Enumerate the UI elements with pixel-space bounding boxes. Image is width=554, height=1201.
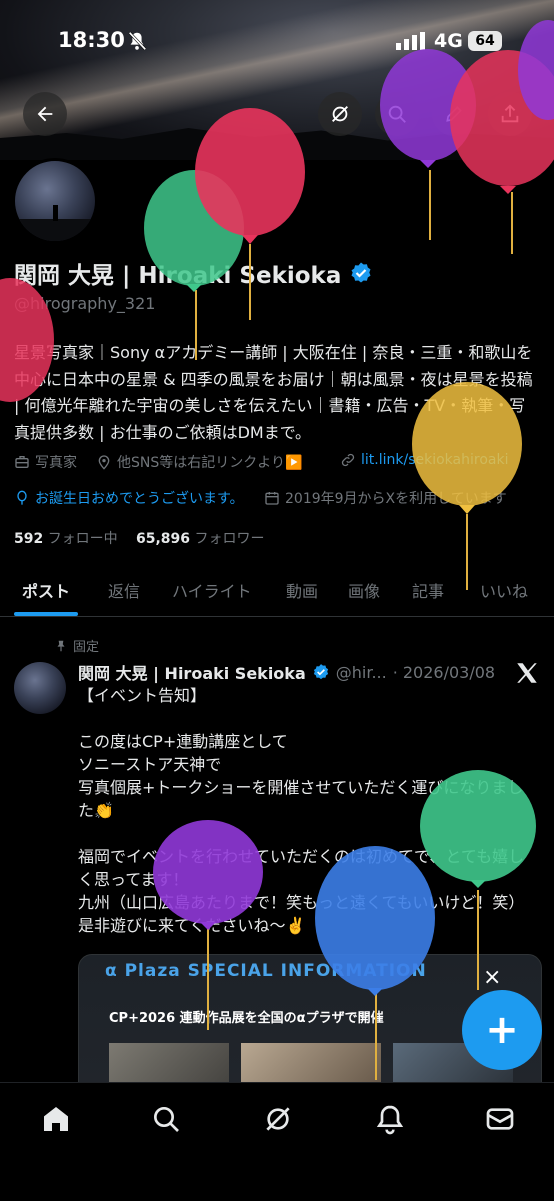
balloon-icon [195, 108, 305, 320]
balloon-icon [420, 770, 536, 990]
balloon-icon [315, 846, 435, 1080]
nav-notifications[interactable] [374, 1103, 406, 1139]
nav-search[interactable] [150, 1103, 182, 1139]
balloon-icon [0, 278, 54, 402]
balloon-icon [153, 820, 263, 1030]
home-icon [44, 1107, 68, 1131]
nav-messages[interactable] [484, 1103, 516, 1139]
search-icon [154, 1107, 179, 1132]
compose-button[interactable]: + [462, 990, 542, 1070]
balloon-icon [412, 382, 522, 590]
nav-home[interactable] [40, 1103, 72, 1139]
nav-grok[interactable] [262, 1103, 294, 1139]
bottom-nav [0, 1082, 554, 1201]
bell-icon [376, 1105, 404, 1135]
mail-icon [486, 1108, 514, 1130]
grok-icon [266, 1107, 290, 1131]
birthday-balloons [0, 20, 554, 1080]
